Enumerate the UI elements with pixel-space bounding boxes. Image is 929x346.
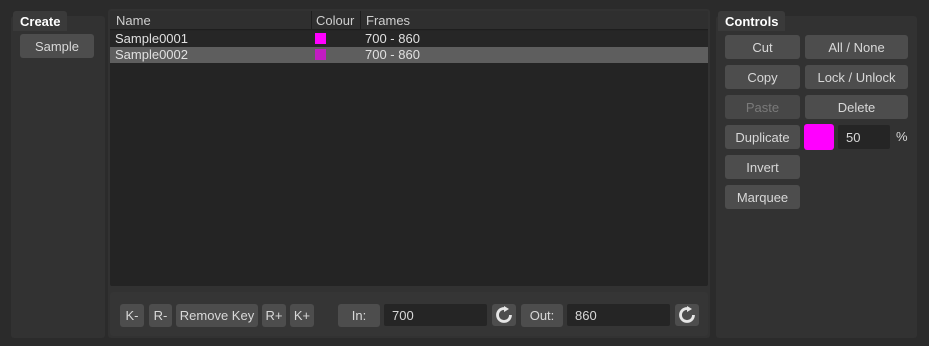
- out-frame-field[interactable]: 860: [567, 304, 670, 326]
- cut-button[interactable]: Cut: [725, 35, 800, 59]
- all-none-button[interactable]: All / None: [805, 35, 908, 59]
- row-frames: 700 - 860: [365, 47, 420, 62]
- row-colour-swatch[interactable]: [315, 33, 326, 44]
- column-divider[interactable]: [360, 11, 361, 30]
- row-frames: 700 - 860: [365, 31, 420, 46]
- lock-unlock-button[interactable]: Lock / Unlock: [805, 65, 908, 89]
- list-row-sample0001[interactable]: Sample0001 700 - 860: [110, 31, 708, 47]
- reset-icon: [679, 306, 695, 323]
- k-plus-button[interactable]: K+: [290, 304, 314, 327]
- opacity-unit-label: %: [896, 129, 908, 144]
- marquee-button[interactable]: Marquee: [725, 185, 800, 209]
- out-reset-button[interactable]: [675, 304, 699, 326]
- column-divider[interactable]: [311, 11, 312, 30]
- row-name: Sample0002: [115, 47, 188, 62]
- create-title: Create: [13, 11, 68, 31]
- controls-title: Controls: [718, 11, 786, 31]
- copy-button[interactable]: Copy: [725, 65, 800, 89]
- r-minus-button[interactable]: R-: [149, 304, 172, 327]
- list-row-sample0002[interactable]: Sample0002 700 - 860: [110, 47, 708, 63]
- list-header: Name Colour Frames: [110, 11, 708, 30]
- delete-button[interactable]: Delete: [805, 95, 908, 119]
- sample-button[interactable]: Sample: [20, 34, 94, 58]
- in-label-button[interactable]: In:: [338, 304, 380, 327]
- remove-key-button[interactable]: Remove Key: [176, 304, 258, 327]
- invert-button[interactable]: Invert: [725, 155, 800, 179]
- colour-swatch-button[interactable]: [804, 124, 834, 150]
- row-name: Sample0001: [115, 31, 188, 46]
- in-reset-button[interactable]: [492, 304, 516, 326]
- create-panel: [11, 16, 105, 338]
- sample-list[interactable]: Name Colour Frames Sample0001 700 - 860 …: [110, 11, 708, 286]
- opacity-field[interactable]: 50: [838, 125, 890, 149]
- k-minus-button[interactable]: K-: [120, 304, 144, 327]
- in-frame-field[interactable]: 700: [384, 304, 487, 326]
- column-header-colour[interactable]: Colour: [316, 13, 354, 28]
- reset-icon: [496, 306, 512, 323]
- out-label-button[interactable]: Out:: [521, 304, 563, 327]
- r-plus-button[interactable]: R+: [262, 304, 286, 327]
- column-header-frames[interactable]: Frames: [366, 13, 410, 28]
- duplicate-button[interactable]: Duplicate: [725, 125, 800, 149]
- column-header-name[interactable]: Name: [116, 13, 151, 28]
- row-colour-swatch[interactable]: [315, 49, 326, 60]
- paste-button[interactable]: Paste: [725, 95, 800, 119]
